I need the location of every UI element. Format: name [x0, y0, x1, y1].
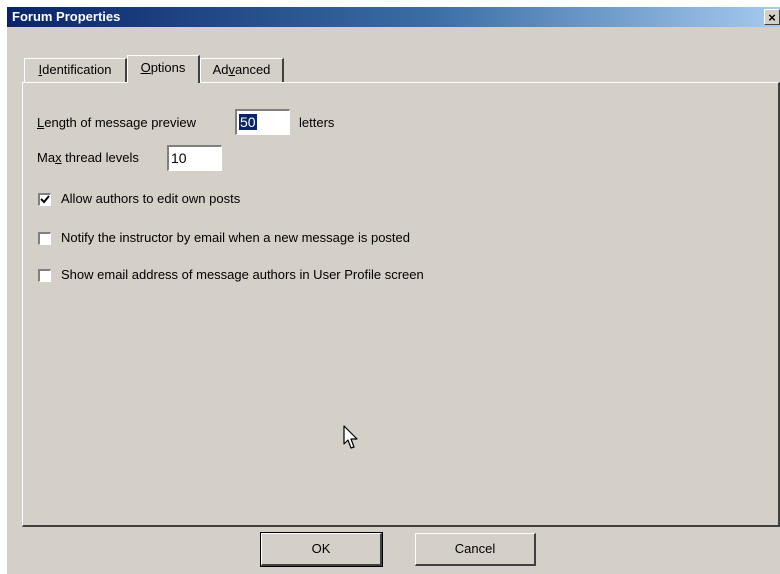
cancel-button[interactable]: Cancel [415, 533, 536, 566]
options-tab-panel [22, 82, 780, 527]
tab-label: Ad [212, 62, 229, 77]
forum-properties-dialog: Forum Properties × Identification Option… [7, 7, 780, 574]
close-button[interactable]: × [764, 9, 780, 25]
tab-options[interactable]: Options [127, 55, 200, 83]
title-bar[interactable]: Forum Properties × [7, 7, 780, 27]
dialog-title: Forum Properties [12, 9, 121, 24]
tab-label: ptions [150, 60, 186, 75]
tab-label: anced [234, 62, 271, 77]
tab-label: dentification [42, 62, 112, 77]
ok-button[interactable]: OK [260, 532, 383, 567]
tab-accel: O [140, 60, 151, 75]
tab-identification[interactable]: Identification [24, 58, 127, 82]
tab-advanced[interactable]: Advanced [200, 58, 284, 82]
close-icon: × [768, 10, 776, 25]
